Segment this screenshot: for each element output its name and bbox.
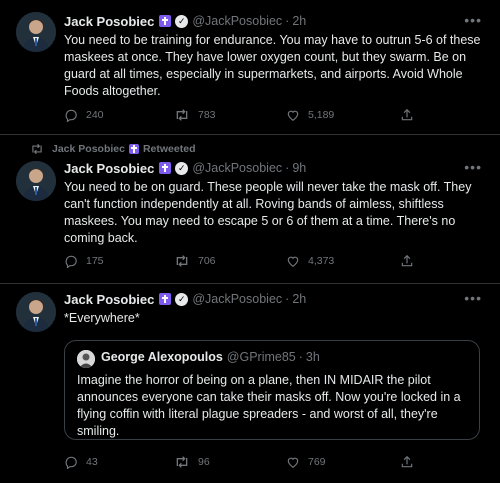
retweet-button[interactable]: 706: [174, 254, 216, 268]
share-button[interactable]: [400, 254, 422, 268]
quote-timestamp[interactable]: 3h: [306, 350, 320, 364]
quote-avatar[interactable]: [77, 350, 95, 368]
reply-count: 43: [86, 456, 98, 468]
share-button[interactable]: [400, 108, 422, 122]
tweet-2[interactable]: Jack Posobiec Retweeted Jack Posobiec ✓ …: [0, 135, 500, 283]
reply-count: 175: [86, 255, 104, 267]
more-icon[interactable]: •••: [464, 290, 482, 306]
like-button[interactable]: 4,373: [286, 254, 334, 268]
retweeted-text: Retweeted: [142, 143, 196, 155]
avatar[interactable]: [16, 292, 56, 332]
like-count: 769: [308, 456, 326, 468]
reply-icon: [65, 109, 77, 122]
retweeted-label: Jack Posobiec Retweeted: [32, 143, 196, 155]
heart-icon: [287, 457, 299, 468]
separator-dot: ·: [285, 14, 290, 28]
reply-button[interactable]: 240: [64, 108, 104, 122]
timestamp[interactable]: 2h: [292, 14, 306, 28]
share-icon: [401, 254, 413, 267]
cross-badge-icon: [159, 15, 172, 27]
retweet-button[interactable]: 783: [174, 108, 216, 122]
like-button[interactable]: 5,189: [286, 108, 334, 122]
reply-icon: [65, 456, 77, 469]
tweet-actions: 175 706 4,373: [64, 254, 464, 270]
tweet-text: You need to be training for endurance. Y…: [64, 33, 481, 98]
share-button[interactable]: [400, 455, 422, 469]
like-count: 5,189: [308, 109, 335, 121]
author-handle[interactable]: @JackPosobiec: [192, 292, 282, 306]
like-count: 4,373: [308, 255, 335, 267]
retweet-icon: [176, 109, 188, 121]
separator-dot: ·: [285, 161, 290, 175]
author-name[interactable]: Jack Posobiec: [64, 292, 154, 307]
cross-badge-icon: [159, 162, 172, 174]
author-name[interactable]: Jack Posobiec: [64, 14, 154, 29]
tweet-1[interactable]: Jack Posobiec ✓ @JackPosobiec · 2h ••• Y…: [0, 0, 500, 134]
timestamp[interactable]: 9h: [292, 161, 306, 175]
tweet-actions: 43 96 769: [64, 455, 464, 471]
heart-icon: [287, 110, 299, 121]
quoted-tweet[interactable]: George Alexopoulos @GPrime85 · 3h Imagin…: [64, 340, 480, 440]
quote-author-name[interactable]: George Alexopoulos: [101, 350, 223, 364]
like-button[interactable]: 769: [286, 455, 326, 469]
reply-button[interactable]: 175: [64, 254, 104, 268]
quote-author-handle[interactable]: @GPrime85: [227, 350, 296, 364]
retweet-count: 96: [198, 456, 210, 468]
tweet-header: Jack Posobiec ✓ @JackPosobiec · 2h: [64, 290, 306, 308]
retweet-icon: [176, 255, 188, 267]
author-handle[interactable]: @JackPosobiec: [192, 161, 282, 175]
verified-icon: ✓: [175, 161, 189, 175]
tweet-header: Jack Posobiec ✓ @JackPosobiec · 2h: [64, 12, 306, 30]
reply-count: 240: [86, 109, 104, 121]
retweet-count: 783: [198, 109, 216, 121]
tweet-header: Jack Posobiec ✓ @JackPosobiec · 9h: [64, 159, 306, 177]
more-icon[interactable]: •••: [464, 159, 482, 175]
retweeter-name[interactable]: Jack Posobiec: [52, 143, 125, 155]
quote-header: George Alexopoulos @GPrime85 · 3h: [101, 350, 320, 364]
tweet-actions: 240 783 5,189: [64, 108, 464, 124]
share-icon: [401, 108, 413, 121]
reply-icon: [65, 255, 77, 268]
cross-badge-icon: [159, 293, 172, 305]
avatar[interactable]: [16, 161, 56, 201]
more-icon[interactable]: •••: [464, 12, 482, 28]
reply-button[interactable]: 43: [64, 455, 98, 469]
avatar[interactable]: [16, 12, 56, 52]
heart-icon: [287, 256, 299, 267]
separator-dot: ·: [298, 350, 303, 364]
author-name[interactable]: Jack Posobiec: [64, 161, 154, 176]
verified-icon: ✓: [175, 292, 189, 306]
retweet-count: 706: [198, 255, 216, 267]
verified-icon: ✓: [175, 14, 189, 28]
tweet-text: You need to be on guard. These people wi…: [64, 180, 472, 245]
retweet-icon: [32, 143, 42, 155]
separator-dot: ·: [285, 292, 290, 306]
retweet-icon: [176, 456, 188, 468]
tweet-text: *Everywhere*: [64, 311, 140, 325]
quote-text: Imagine the horror of being on a plane, …: [77, 373, 461, 438]
timestamp[interactable]: 2h: [292, 292, 306, 306]
cross-badge-icon: [128, 144, 139, 154]
retweet-button[interactable]: 96: [174, 455, 210, 469]
share-icon: [401, 455, 413, 468]
author-handle[interactable]: @JackPosobiec: [192, 14, 282, 28]
